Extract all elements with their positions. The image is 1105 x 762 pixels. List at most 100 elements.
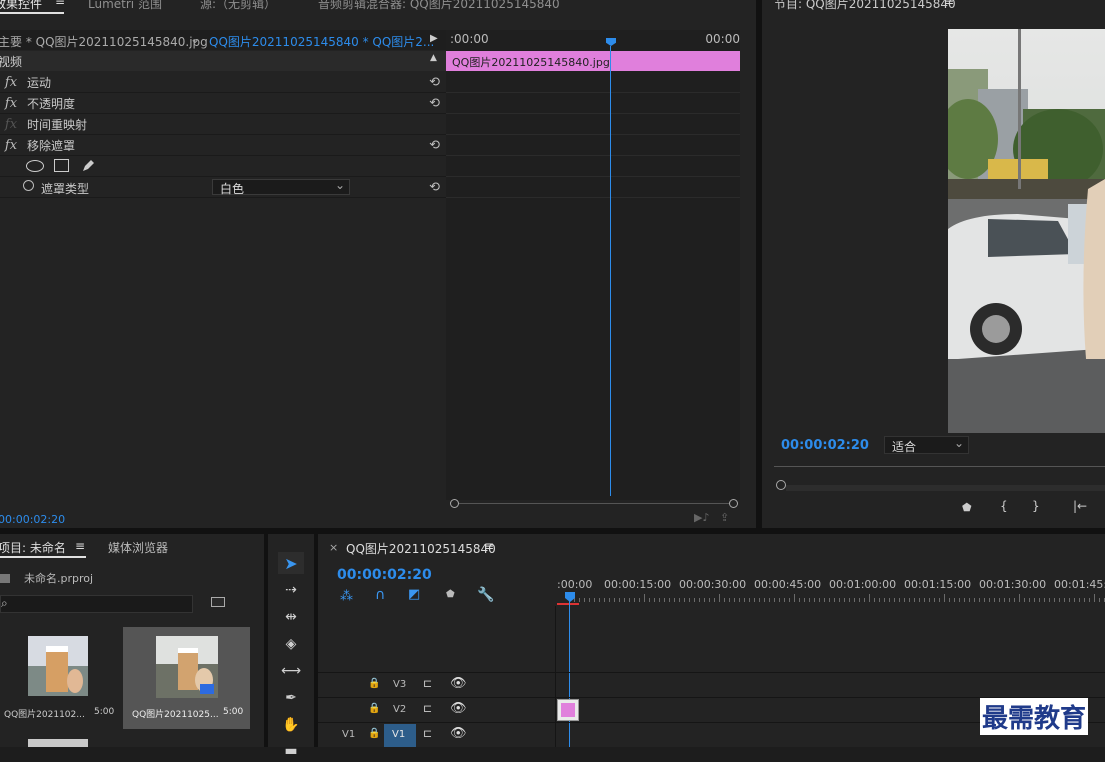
ec-timecode[interactable]: 00:00:02:20 [0, 513, 65, 526]
menu-icon[interactable]: ≡ [484, 539, 494, 553]
mark-out-icon[interactable]: } [1032, 499, 1040, 513]
track-name: V1 [392, 729, 406, 740]
sequence-clip-label[interactable]: QQ图片20211025145840 * QQ图片2... [209, 33, 434, 50]
pen-mask-icon[interactable] [80, 158, 96, 174]
project-title[interactable]: 项目: 未命名 [0, 539, 66, 556]
effect-row-motion[interactable]: fx 运动 ⟲ [0, 72, 446, 93]
effect-name: 移除遮罩 [27, 138, 76, 153]
pen-tool[interactable]: ✒ [278, 687, 304, 709]
reset-icon[interactable]: ⟲ [429, 138, 440, 153]
ec-clip-bar[interactable]: QQ图片20211025145840.jpg [446, 51, 740, 71]
tab-media-browser[interactable]: 媒体浏览器 [108, 539, 168, 556]
effect-row-opacity[interactable]: fx 不透明度 ⟲ [0, 93, 446, 114]
program-title: 节目: QQ图片20211025145840 [774, 0, 956, 11]
ruler-tick [1084, 598, 1085, 602]
track-name[interactable]: V3 [393, 679, 406, 690]
linked-selection-icon[interactable]: ◩ [408, 587, 420, 602]
reset-icon[interactable]: ⟲ [429, 75, 440, 90]
track-v1: V1 🔒 V1 ⊏ 👁 [318, 724, 555, 747]
ripple-edit-tool[interactable]: ⇹ [278, 606, 304, 628]
source-patch[interactable]: V1 [342, 729, 355, 740]
item-name: QQ图片2021102... [4, 710, 85, 720]
menu-icon[interactable]: ≡ [55, 0, 65, 8]
rectangle-mask-icon[interactable] [54, 159, 69, 172]
timeline-clip-v2[interactable] [557, 699, 579, 721]
ruler-label: 00:01:45:0 [1054, 578, 1105, 591]
sync-lock-icon[interactable]: ⊏ [423, 727, 432, 740]
menu-icon[interactable]: ≡ [944, 0, 954, 8]
stopwatch-icon[interactable] [23, 180, 34, 191]
mark-in-icon[interactable]: { [1000, 499, 1008, 513]
eye-icon[interactable]: 👁 [450, 676, 467, 691]
project-item-selected[interactable]: QQ图片20211025... 5:00 [123, 627, 250, 729]
play-audio-icon[interactable]: ▶♪ [694, 511, 709, 524]
sequence-title[interactable]: QQ图片20211025145840 [346, 540, 496, 557]
ruler-label: :00:00 [557, 578, 593, 591]
program-timecode[interactable]: 00:00:02:20 [781, 438, 869, 453]
sync-lock-icon[interactable]: ⊏ [423, 677, 432, 690]
type-tool[interactable]: ▬ [278, 740, 304, 762]
lock-icon[interactable]: 🔒 [368, 703, 380, 714]
play-triangle-icon[interactable]: ▶ [430, 33, 438, 44]
ruler-tick [944, 594, 945, 602]
slip-tool[interactable]: ⟷ [278, 660, 304, 682]
track-select-tool[interactable]: ⇢ [278, 579, 304, 601]
reset-icon[interactable]: ⟲ [429, 96, 440, 111]
fx-icon[interactable]: fx [0, 75, 22, 90]
lock-icon[interactable]: 🔒 [368, 678, 380, 689]
track-target-v1[interactable]: V1 [384, 724, 416, 747]
track-name[interactable]: V2 [393, 704, 406, 715]
matte-type-select[interactable]: 白色 ⌄ [212, 178, 350, 196]
project-item[interactable]: QQ图片2021102... 5:00 [0, 627, 122, 729]
export-icon[interactable]: ⇪ [720, 511, 729, 524]
tab-effect-controls[interactable]: 效果控件 [0, 0, 42, 12]
menu-icon[interactable]: ≡ [75, 539, 85, 553]
snap-icon[interactable]: ∩ [375, 587, 385, 603]
search-input[interactable]: ⌕ [0, 595, 193, 613]
ruler-tick [1089, 598, 1090, 602]
close-icon[interactable]: × [329, 541, 338, 554]
ruler-tick [754, 598, 755, 602]
master-clip-label[interactable]: 主要 * QQ图片20211025145840.jpg [0, 33, 208, 50]
hand-tool[interactable]: ✋ [278, 714, 304, 736]
reset-icon[interactable]: ⟲ [429, 180, 440, 195]
razor-tool[interactable]: ◈ [278, 633, 304, 655]
ruler-tick [844, 598, 845, 602]
scroll-up-icon[interactable]: ▲ [430, 53, 437, 63]
lock-icon[interactable]: 🔒 [368, 728, 380, 739]
fx-icon[interactable]: fx [0, 96, 22, 111]
find-icon[interactable] [211, 597, 225, 607]
chevron-down-icon[interactable]: ⌄ [190, 32, 200, 46]
ruler-tick [659, 598, 660, 602]
sync-lock-icon[interactable]: ⊏ [423, 702, 432, 715]
tab-source[interactable]: 源:（无剪辑） [200, 0, 276, 12]
selection-tool[interactable]: ➤ [278, 552, 304, 574]
fit-select[interactable]: 适合 ⌄ [884, 436, 969, 454]
add-marker-icon[interactable]: ⬟ [962, 501, 972, 514]
fx-icon[interactable]: fx [0, 138, 22, 153]
timeline-timecode[interactable]: 00:00:02:20 [337, 567, 432, 583]
ec-scrollbar[interactable] [450, 499, 738, 508]
timeline-playhead-line [569, 600, 570, 747]
ellipse-mask-icon[interactable] [26, 160, 44, 172]
effect-row-time-remap[interactable]: fx 时间重映射 [0, 114, 446, 135]
timeline-ruler[interactable]: :00:00 00:00:15:00 00:00:30:00 00:00:45:… [555, 574, 1105, 606]
effect-row-remove-matte[interactable]: fx 移除遮罩 ⟲ [0, 135, 446, 156]
go-to-in-icon[interactable]: |← [1073, 499, 1087, 513]
tab-audio-clip-mixer[interactable]: 音频剪辑混合器: QQ图片20211025145840 [318, 0, 560, 12]
fx-icon[interactable]: fx [0, 117, 22, 132]
eye-icon[interactable]: 👁 [450, 701, 467, 716]
tab-lumetri-scopes[interactable]: Lumetri 范围 [88, 0, 162, 12]
eye-icon[interactable]: 👁 [450, 726, 467, 741]
ruler-tick [799, 598, 800, 602]
add-marker-icon[interactable]: ⬟ [446, 589, 455, 600]
program-scrubber[interactable] [774, 480, 1105, 491]
ruler-tick [959, 598, 960, 602]
wrench-icon[interactable]: 🔧 [477, 587, 494, 603]
project-item-partial[interactable] [28, 739, 88, 747]
nest-icon[interactable]: ⁂ [340, 589, 353, 604]
media-thumbnail [28, 636, 88, 696]
ec-timeline: :00:00 00:00 QQ图片20211025145840.jpg [446, 30, 740, 500]
search-icon: ⌕ [1, 596, 8, 610]
ec-playhead[interactable] [606, 38, 616, 46]
